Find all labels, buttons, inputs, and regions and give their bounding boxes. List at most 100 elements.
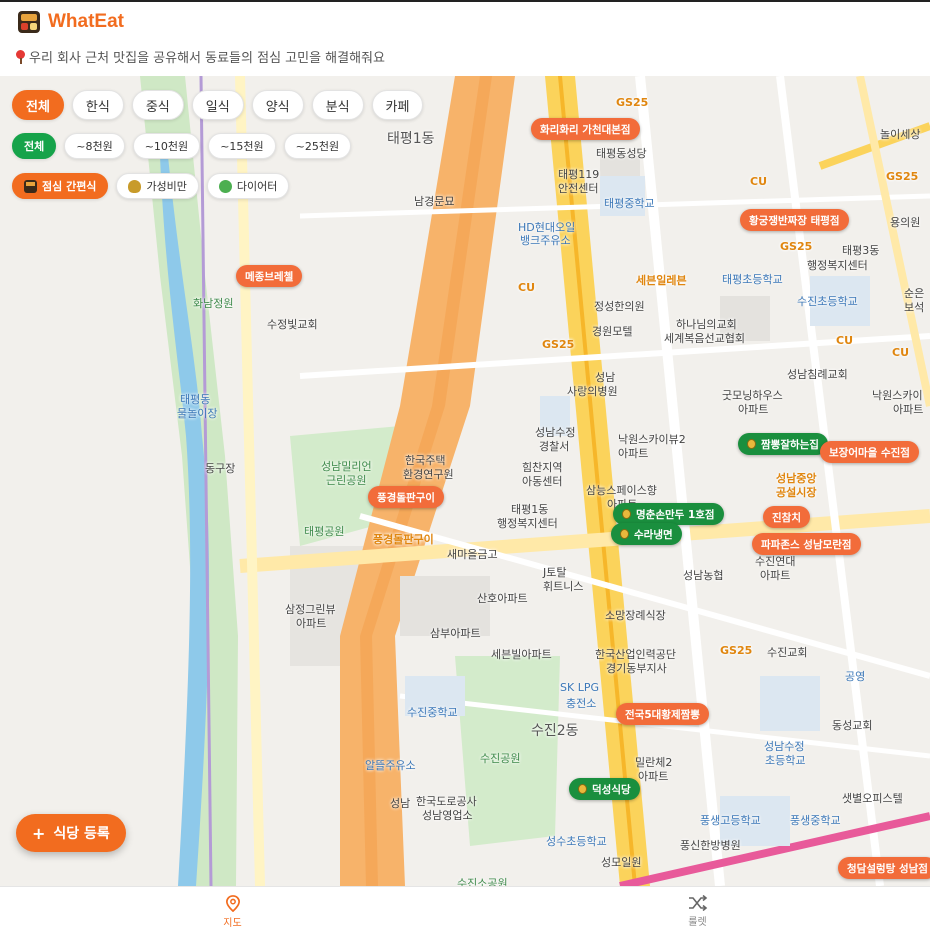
chip-tag-quick-lunch-label: 점심 간편식	[42, 180, 97, 193]
map-label-sujinpark: 수진공원	[480, 752, 521, 765]
map-label-allgeul: 알뜰주유소	[365, 759, 416, 772]
marker-jangeo[interactable]: 보장어마을 수진점	[820, 441, 919, 463]
map-label-cu4: CU	[892, 346, 910, 359]
marker-deokseong[interactable]: 덕성식당	[569, 778, 640, 800]
bottom-nav: 지도 룰렛	[0, 886, 930, 929]
marker-jinchamchi[interactable]: 진참치	[763, 506, 810, 528]
brand[interactable]: WhatEat	[18, 11, 124, 33]
map-label-seongmo: 성모일원	[601, 856, 642, 869]
map-label-gs4: GS25	[542, 338, 575, 351]
chip-cuisine-snack[interactable]: 분식	[311, 90, 364, 120]
map-label-yongui: 용의원	[890, 216, 921, 229]
chip-price-15k[interactable]: ~15천원	[208, 133, 276, 159]
map-label-saemaeul: 새마을금고	[447, 548, 498, 561]
map-label-hwanam: 화남정원	[193, 297, 234, 310]
tagline-text: 우리 회사 근처 맛집을 공유해서 동료들의 점심 고민을 해결해줘요	[29, 51, 385, 66]
map-pin-icon	[225, 895, 240, 912]
nav-roulette-label: 룰렛	[688, 917, 707, 928]
map-label-stream2: 물놀이장	[177, 407, 218, 420]
app-root: WhatEat 우리 회사 근처 맛집을 공유해서 동료들의 점심 고민을 해결…	[0, 0, 930, 929]
map-label-gyeongwon: 경원모텔	[592, 325, 633, 338]
map-label-sudeop2: 아파트	[760, 569, 791, 582]
map-label-childcare2: 아동센터	[522, 475, 563, 488]
marker-deokseong-label: 덕성식당	[592, 783, 631, 796]
map-label-sambu: 삼부아파트	[430, 627, 481, 640]
chip-cuisine-japanese[interactable]: 일식	[191, 90, 244, 120]
marker-maeul[interactable]: 메종브레첼	[236, 265, 303, 287]
register-restaurant-button[interactable]: + 식당 등록	[16, 814, 126, 852]
marker-sura[interactable]: 수라냉면	[611, 523, 682, 545]
money-bag-icon	[620, 529, 629, 539]
map-label-cu3: CU	[836, 334, 854, 347]
map-label-sujeongbit: 수정빛교회	[267, 318, 318, 331]
nav-map[interactable]: 지도	[0, 887, 465, 929]
chip-tag-quick-lunch[interactable]: 점심 간편식	[12, 173, 109, 199]
map-label-mildae2: 아파트	[638, 770, 669, 783]
map-label-taepyeong1: 태평1동	[387, 131, 435, 147]
map-label-sujin-ms: 수진중학교	[407, 706, 458, 719]
marker-jjambbong[interactable]: 짬뽕잘하는집	[738, 433, 828, 455]
chip-price-all[interactable]: 전체	[12, 133, 57, 159]
tag-filter-row: 점심 간편식 가성비만 다이어터	[12, 173, 290, 199]
map-label-welfare1b: 행정복지센터	[497, 517, 558, 530]
marker-papa[interactable]: 파파존스 성남모란점	[752, 533, 861, 555]
map-label-seven: 세븐일레븐	[636, 274, 687, 287]
chip-cuisine-cafe[interactable]: 카페	[371, 90, 424, 120]
chip-cuisine-western[interactable]: 양식	[251, 90, 304, 120]
map-label-gs5: GS25	[720, 644, 753, 657]
map-label-sklpg1: SK LPG	[560, 681, 599, 694]
chip-price-10k[interactable]: ~10천원	[132, 133, 201, 159]
app-name: WhatEat	[48, 11, 124, 32]
map-label-dongu: 동구장	[205, 462, 236, 475]
chip-cuisine-chinese[interactable]: 중식	[131, 90, 184, 120]
map-view[interactable]: 태평1동 태평동성당 태평119 안전센터 태평중학교 HD현대오일 뱅크주유소…	[0, 76, 930, 886]
nav-roulette[interactable]: 룰렛	[465, 887, 930, 929]
chip-tag-value[interactable]: 가성비만	[116, 173, 199, 199]
map-label-naksky4: 아파트	[618, 447, 649, 460]
map-label-taepyeong-sd: 태평동성당	[596, 147, 647, 160]
shuffle-icon	[688, 895, 707, 911]
chip-tag-value-label: 가성비만	[146, 180, 187, 193]
map-label-gongyeong: 공영	[845, 670, 866, 683]
map-label-sobang: 소망장례식장	[605, 609, 666, 622]
map-label-boss: 보석	[904, 301, 925, 314]
map-label-serbil: 세븐빌아파트	[491, 648, 552, 661]
chip-tag-diet-label: 다이어터	[236, 180, 278, 193]
map-label-pungkyeong: 풍경돌판구이	[373, 533, 434, 546]
tagline: 우리 회사 근처 맛집을 공유해서 동료들의 점심 고민을 해결해줘요	[16, 47, 385, 66]
map-label-pungsaeng-hs: 풍생고등학교	[700, 814, 761, 827]
map-label-samjeong2: 아파트	[296, 617, 327, 630]
marker-myeongchun-label: 명춘손만두 1호점	[636, 508, 715, 521]
map-label-sujinchurch: 수진교회	[767, 646, 808, 659]
map-label-namgyeong: 남경문묘	[414, 195, 455, 208]
chip-price-8k[interactable]: ~8천원	[64, 133, 125, 159]
chip-cuisine-korean[interactable]: 한식	[71, 90, 124, 120]
marker-hwari[interactable]: 화리화리 가천대본점	[531, 118, 640, 140]
marker-myeongchun[interactable]: 명춘손만두 1호점	[613, 503, 724, 525]
money-bag-icon	[747, 439, 756, 449]
lunchbox-icon	[24, 179, 37, 193]
map-label-seongnamsujeong-es2: 초등학교	[765, 754, 806, 767]
marker-hanguk5[interactable]: 전국5대황제짬뽕	[616, 703, 709, 725]
map-label-sinheung: 풍신한방병원	[680, 839, 741, 852]
plus-icon: +	[32, 823, 46, 843]
map-label-jtotal2: 휘트니스	[543, 580, 584, 593]
marker-pungkyeong[interactable]: 풍경돌판구이	[368, 486, 444, 508]
chip-tag-diet[interactable]: 다이어터	[206, 173, 290, 199]
map-label-jeongseong: 정성한의원	[594, 300, 645, 313]
salad-icon	[218, 179, 232, 193]
marker-hwanggung[interactable]: 황궁쟁반짜장 태평점	[740, 209, 849, 231]
lunchbox-logo-icon	[18, 11, 40, 33]
map-label-sujin-es: 수진초등학교	[797, 295, 858, 308]
map-label-seongnamchim: 성남침례교회	[787, 368, 848, 381]
money-bag-icon	[128, 179, 142, 193]
map-label-cu2: CU	[518, 281, 536, 294]
chip-cuisine-all[interactable]: 전체	[12, 90, 64, 120]
map-label-hananim2: 세계복음선교협회	[664, 332, 745, 345]
marker-cheongdam[interactable]: 청담설렁탕 성남점	[838, 857, 930, 879]
chip-price-25k[interactable]: ~25천원	[283, 133, 352, 159]
map-label-dongseong: 동성교회	[832, 719, 873, 732]
money-bag-icon	[578, 784, 587, 794]
marker-jjambbong-label: 짬뽕잘하는집	[761, 438, 819, 451]
map-label-welfare3: 행정복지센터	[807, 259, 868, 272]
